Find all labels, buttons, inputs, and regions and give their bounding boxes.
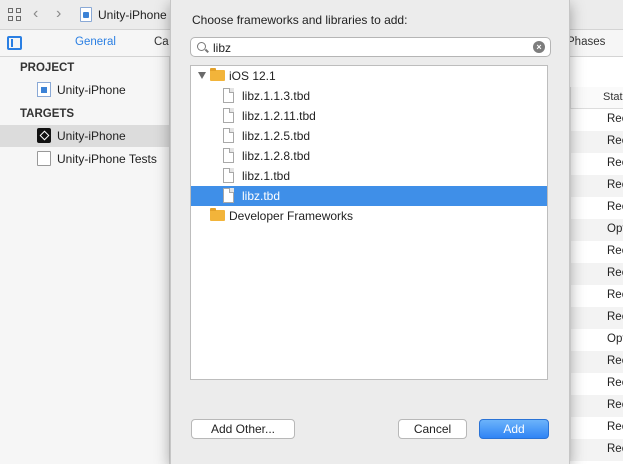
list-item[interactable]: libz.1.1.3.tbd — [191, 86, 547, 106]
linked-libraries-status-column: Stat Rec Rec Rec Rec Rec Opt Rec Rec Rec… — [570, 57, 623, 464]
list-item[interactable]: libz.1.2.5.tbd — [191, 126, 547, 146]
project-sidebar: PROJECT Unity-iPhone TARGETS Unity-iPhon… — [0, 57, 170, 464]
tbd-file-icon — [223, 108, 234, 123]
dialog-title: Choose frameworks and libraries to add: — [192, 13, 408, 27]
tab-capabilities[interactable]: Ca — [154, 36, 169, 48]
project-file-icon — [37, 82, 51, 97]
status-cell: Rec — [570, 285, 623, 307]
status-cell: Rec — [570, 131, 623, 153]
clear-search-icon[interactable]: × — [533, 41, 545, 53]
tab-build-phases[interactable]: Phases — [567, 36, 605, 48]
folder-label: Developer Frameworks — [229, 209, 354, 223]
status-cell: Rec — [570, 417, 623, 439]
add-frameworks-sheet: Choose frameworks and libraries to add: … — [170, 0, 570, 464]
list-item[interactable]: libz.1.tbd — [191, 166, 547, 186]
status-cell: Opt — [570, 329, 623, 351]
list-group-developer-frameworks[interactable]: Developer Frameworks — [191, 206, 547, 226]
search-icon — [197, 42, 206, 51]
file-label: libz.1.1.3.tbd — [242, 89, 311, 103]
status-cell: Rec — [570, 351, 623, 373]
tbd-file-icon — [223, 188, 234, 203]
search-field[interactable]: × — [190, 37, 551, 57]
status-cell: Rec — [570, 153, 623, 175]
unity-app-icon — [37, 128, 51, 143]
status-cell: Opt — [570, 219, 623, 241]
status-cell: Rec — [570, 241, 623, 263]
back-arrow-icon[interactable]: ‹ — [33, 6, 38, 22]
group-label: iOS 12.1 — [229, 69, 276, 83]
add-button[interactable]: Add — [479, 419, 549, 439]
file-label: libz.1.2.11.tbd — [242, 109, 316, 123]
status-column-header[interactable]: Stat — [570, 87, 623, 109]
sidebar-item-target-unity-iphone[interactable]: Unity-iPhone — [0, 125, 169, 147]
sidebar-item-label: Unity-iPhone — [57, 83, 126, 97]
file-label: libz.1.2.5.tbd — [242, 129, 311, 143]
status-cell: Rec — [570, 109, 623, 131]
forward-arrow-icon[interactable]: › — [56, 6, 61, 22]
grid-icon[interactable] — [8, 8, 22, 22]
list-item[interactable]: libz.1.2.11.tbd — [191, 106, 547, 126]
tab-general[interactable]: General — [75, 36, 116, 48]
tbd-file-icon — [223, 168, 234, 183]
list-item-selected[interactable]: libz.tbd — [191, 186, 547, 206]
project-section-header: PROJECT — [20, 62, 75, 74]
file-label: libz.tbd — [242, 189, 281, 203]
status-cell: Rec — [570, 439, 623, 461]
status-cell: Rec — [570, 197, 623, 219]
status-cell: Rec — [570, 263, 623, 285]
file-label: libz.1.2.8.tbd — [242, 149, 311, 163]
tbd-file-icon — [223, 148, 234, 163]
sidebar-toggle-icon[interactable] — [7, 36, 22, 50]
targets-section-header: TARGETS — [20, 108, 75, 120]
sidebar-item-label: Unity-iPhone Tests — [57, 152, 157, 166]
status-cell: Rec — [570, 373, 623, 395]
status-cell: Rec — [570, 307, 623, 329]
sidebar-item-project[interactable]: Unity-iPhone — [0, 79, 169, 101]
sidebar-item-label: Unity-iPhone — [57, 129, 126, 143]
list-item[interactable]: libz.1.2.8.tbd — [191, 146, 547, 166]
breadcrumb-title[interactable]: Unity-iPhone — [98, 8, 167, 22]
tbd-file-icon — [223, 128, 234, 143]
file-label: libz.1.tbd — [242, 169, 291, 183]
status-cell: Rec — [570, 395, 623, 417]
folder-icon — [210, 208, 225, 221]
status-cell: Rec — [570, 175, 623, 197]
cancel-button[interactable]: Cancel — [398, 419, 467, 439]
sidebar-item-target-tests[interactable]: Unity-iPhone Tests — [0, 148, 169, 170]
tbd-file-icon — [223, 88, 234, 103]
list-group-ios[interactable]: iOS 12.1 — [191, 66, 547, 86]
folder-icon — [210, 68, 225, 81]
search-input[interactable] — [213, 40, 523, 55]
framework-list: iOS 12.1 libz.1.1.3.tbd libz.1.2.11.tbd … — [190, 65, 548, 380]
test-bundle-icon — [37, 151, 51, 166]
disclosure-triangle-icon[interactable] — [198, 72, 206, 79]
add-other-button[interactable]: Add Other... — [191, 419, 295, 439]
project-file-icon — [80, 7, 92, 22]
